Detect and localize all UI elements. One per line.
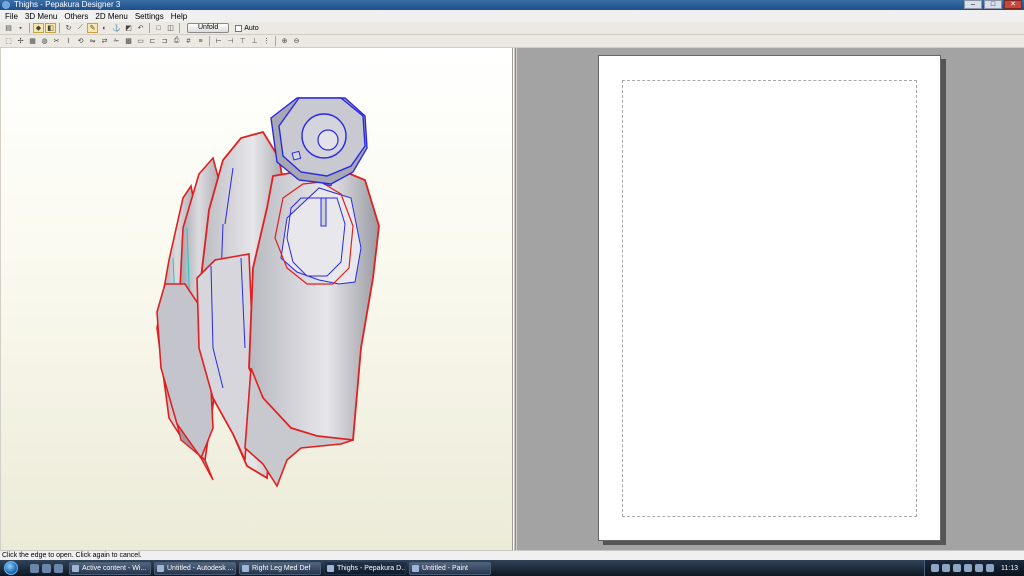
taskbar-item-paint[interactable]: Untitled - Paint: [409, 561, 491, 575]
clock[interactable]: 11:13: [1001, 565, 1018, 572]
rotate-part-icon[interactable]: ⟲: [75, 36, 86, 46]
texture-icon[interactable]: ▩: [123, 36, 134, 46]
auto-checkbox[interactable]: [235, 24, 243, 32]
unfold-button[interactable]: Unfold: [187, 23, 230, 33]
join-part-icon[interactable]: ⇄: [99, 36, 110, 46]
title-bar: Thighs - Pepakura Designer 3 – □ ✕: [0, 0, 1024, 10]
menu-others[interactable]: Others: [62, 12, 93, 21]
3d-view-pane[interactable]: [1, 48, 513, 550]
paper-sheet[interactable]: [598, 55, 941, 541]
layout-icon[interactable]: ▭: [135, 36, 146, 46]
taskbar-item-right-leg[interactable]: Right Leg Med Def: [239, 561, 321, 575]
save-icon[interactable]: ▪: [15, 23, 26, 33]
cut-line-icon[interactable]: ✂: [51, 36, 62, 46]
window-single-icon[interactable]: □: [153, 23, 164, 33]
menu-bar: File 3D Menu Others 2D Menu Settings Hel…: [0, 10, 1024, 22]
taskbar: Active content - Wi... Untitled - Autode…: [0, 560, 1024, 576]
scissor-icon[interactable]: ✁: [111, 36, 122, 46]
fold-line-icon[interactable]: ⌇: [63, 36, 74, 46]
distribute-icon[interactable]: ⋮: [261, 36, 272, 46]
menu-settings[interactable]: Settings: [133, 12, 169, 21]
workspace: [0, 48, 1024, 550]
pane-splitter[interactable]: [513, 48, 516, 550]
text-icon[interactable]: ≡: [195, 36, 206, 46]
model-slot: [320, 197, 327, 227]
toolbar-separator: [179, 23, 180, 33]
show-desktop-icon[interactable]: [30, 563, 39, 573]
pepakura-app-icon: [2, 1, 10, 9]
update-icon[interactable]: [975, 564, 983, 572]
menu-file[interactable]: File: [3, 12, 23, 21]
arrange-top-icon[interactable]: ⊤: [237, 36, 248, 46]
network-icon[interactable]: [942, 564, 950, 572]
menu-3d[interactable]: 3D Menu: [23, 12, 62, 21]
zoom-out-icon[interactable]: ⊖: [291, 36, 302, 46]
internet-explorer-icon[interactable]: [54, 563, 63, 573]
status-bar: Click the edge to open. Click again to c…: [0, 550, 1024, 560]
taskbar-item-autodesk[interactable]: Untitled - Autodesk ...: [154, 561, 236, 575]
print-icon[interactable]: ⎙: [171, 36, 182, 46]
toolbar-separator: [149, 23, 150, 33]
maximize-button[interactable]: □: [984, 0, 1002, 9]
windows-logo-icon: [4, 561, 18, 575]
undo-icon[interactable]: ↶: [135, 23, 146, 33]
arrange-center-icon[interactable]: ⊣: [225, 36, 236, 46]
align-right-icon[interactable]: ⊐: [159, 36, 170, 46]
system-tray: 11:13: [924, 560, 1024, 576]
security-icon[interactable]: [953, 564, 961, 572]
arrange-bottom-icon[interactable]: ⊥: [249, 36, 260, 46]
toolbar-separator: [275, 36, 276, 46]
flap-icon[interactable]: ◩: [123, 23, 134, 33]
volume-icon[interactable]: [986, 564, 994, 572]
quick-launch: [22, 563, 69, 573]
edit-edge-icon[interactable]: ✎: [87, 23, 98, 33]
toolbar-separator: [209, 36, 210, 46]
select-icon[interactable]: ⬚: [3, 36, 14, 46]
minimize-button[interactable]: –: [964, 0, 982, 9]
model-hip-tab: [291, 150, 302, 161]
taskbar-item-pepakura[interactable]: Thighs - Pepakura D...: [324, 561, 406, 575]
model-hip-disc-inner: [317, 129, 339, 151]
open-folder-icon[interactable]: ▤: [3, 23, 14, 33]
window-controls: – □ ✕: [964, 0, 1022, 10]
fill-icon[interactable]: ◍: [39, 36, 50, 46]
menu-help[interactable]: Help: [169, 12, 192, 21]
switch-windows-icon[interactable]: [42, 563, 51, 573]
status-message: Click the edge to open. Click again to c…: [2, 552, 142, 559]
paint-icon[interactable]: ◐: [99, 23, 110, 33]
join-icon[interactable]: ⚓: [111, 23, 122, 33]
close-button[interactable]: ✕: [1004, 0, 1022, 9]
move-icon[interactable]: ✢: [15, 36, 26, 46]
align-left-icon[interactable]: ⊏: [147, 36, 158, 46]
grid-icon[interactable]: ▦: [27, 36, 38, 46]
toolbar-separator: [29, 23, 30, 33]
chat-icon[interactable]: [964, 564, 972, 572]
window-split-icon[interactable]: ◫: [165, 23, 176, 33]
taskbar-item-active-content[interactable]: Active content - Wi...: [69, 561, 151, 575]
3d-model-thigh-armor[interactable]: [1, 48, 513, 550]
toolbar-separator: [59, 23, 60, 33]
arrange-left-icon[interactable]: ⊢: [213, 36, 224, 46]
zoom-in-icon[interactable]: ⊕: [279, 36, 290, 46]
edit-toolbar: ⬚ ✢ ▦ ◍ ✂ ⌇ ⟲ ⇋ ⇄ ✁ ▩ ▭ ⊏ ⊐ ⎙ # ≡ ⊢ ⊣ ⊤ …: [0, 35, 1024, 48]
view-3d-icon[interactable]: ◆: [33, 23, 44, 33]
menu-2d[interactable]: 2D Menu: [93, 12, 132, 21]
printable-area: [622, 80, 917, 517]
rotate-icon[interactable]: ↻: [63, 23, 74, 33]
flip-icon[interactable]: ⇋: [87, 36, 98, 46]
select-edge-icon[interactable]: ⟋: [75, 23, 86, 33]
number-icon[interactable]: #: [183, 36, 194, 46]
start-button[interactable]: [0, 560, 22, 576]
view-2d-icon[interactable]: ◧: [45, 23, 56, 33]
language-icon[interactable]: [931, 564, 939, 572]
auto-option: Auto: [235, 24, 259, 32]
main-toolbar: ▤ ▪ ◆ ◧ ↻ ⟋ ✎ ◐ ⚓ ◩ ↶ □ ◫ Unfold Auto: [0, 22, 1024, 35]
2d-view-pane[interactable]: [517, 48, 1024, 550]
auto-label: Auto: [244, 24, 259, 32]
window-title: Thighs - Pepakura Designer 3: [14, 0, 121, 9]
